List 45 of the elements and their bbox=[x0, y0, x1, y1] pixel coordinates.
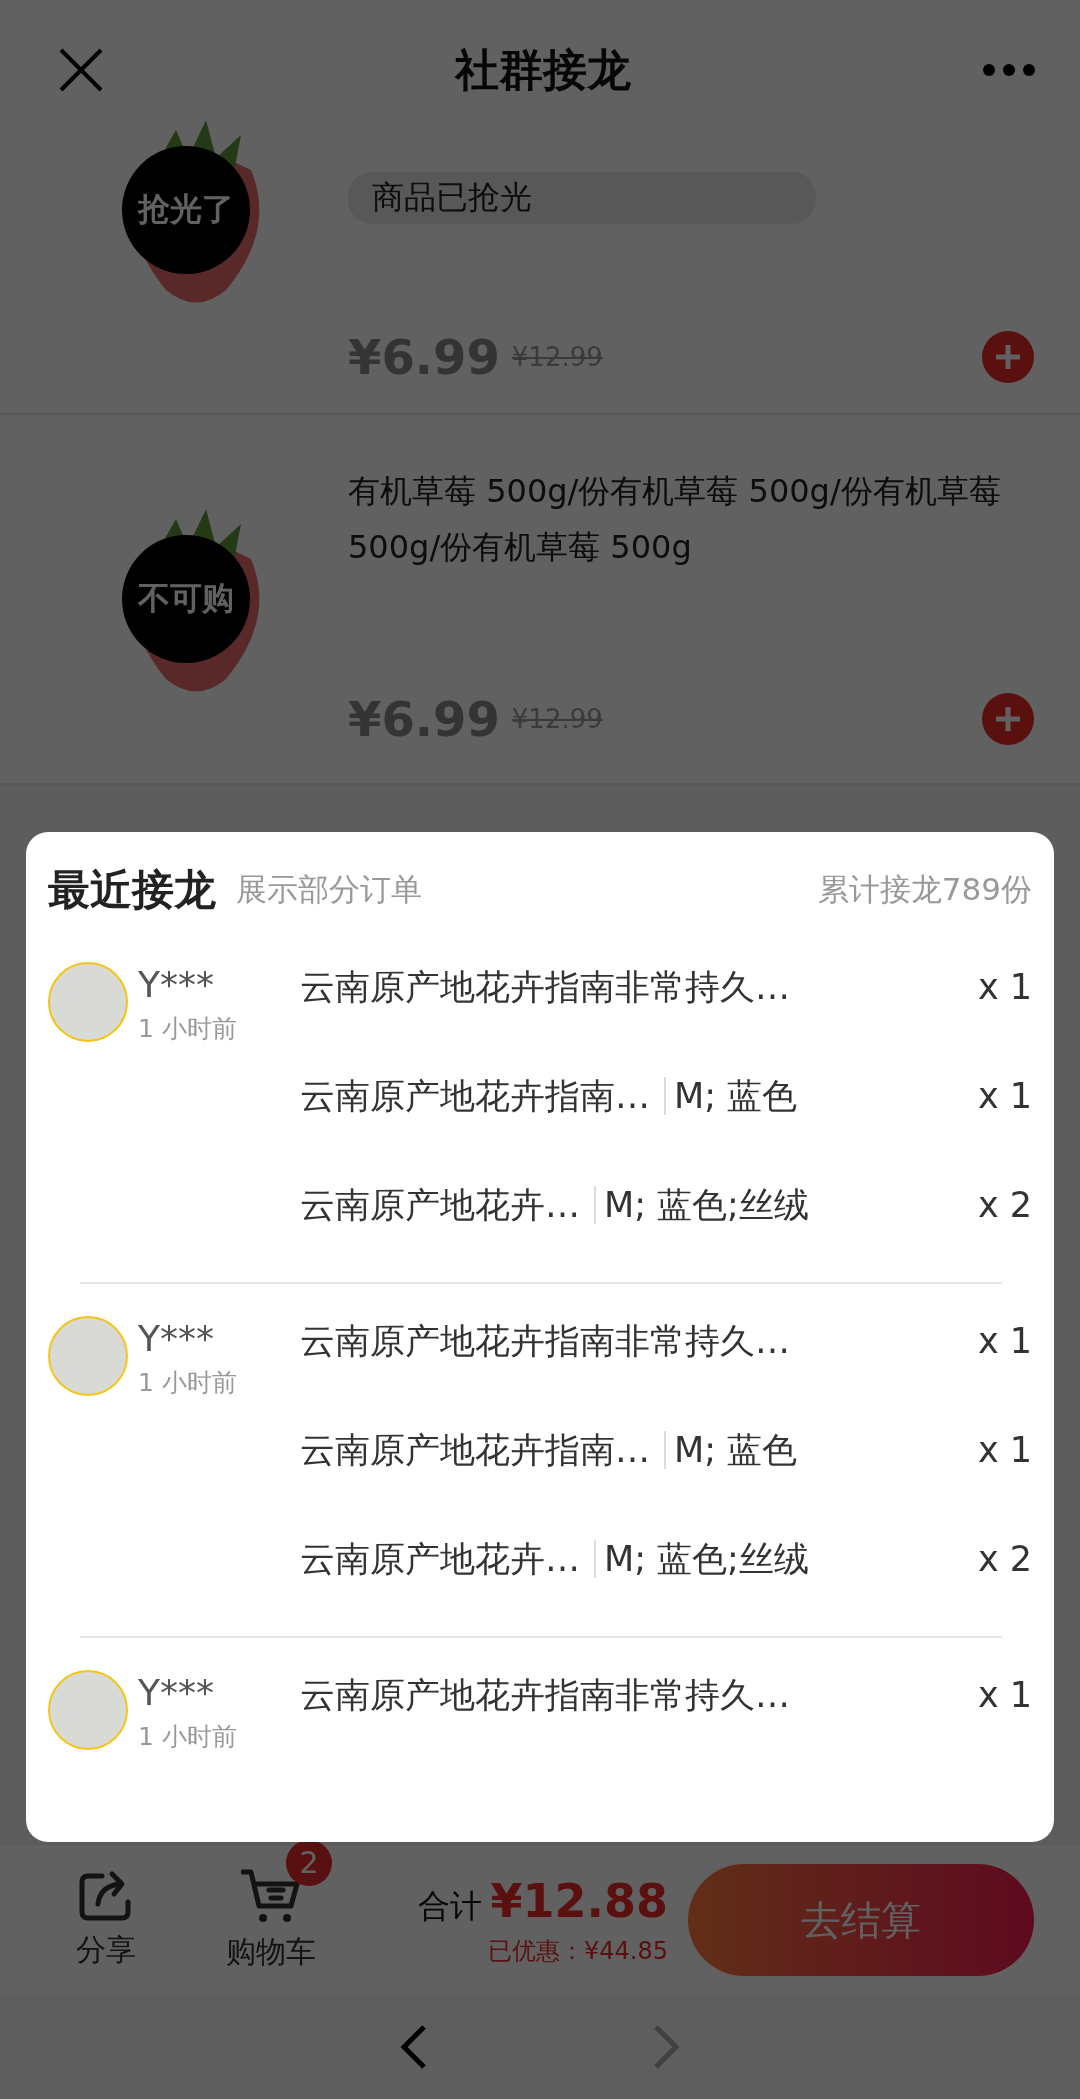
item-quantity: x 2 bbox=[977, 1184, 1032, 1227]
item-title: 云南原产地花卉指南… bbox=[300, 1429, 650, 1472]
user-name: Y*** bbox=[138, 963, 215, 1007]
total-label: 合计 bbox=[418, 1886, 483, 1925]
item-quantity: x 1 bbox=[977, 1674, 1032, 1717]
cart-label[interactable]: 购物车 bbox=[226, 1931, 316, 1973]
add-icon[interactable] bbox=[982, 331, 1034, 383]
close-icon[interactable] bbox=[58, 47, 104, 93]
total-price: ¥12.88 bbox=[490, 1873, 668, 1928]
more-icon[interactable] bbox=[982, 63, 1036, 77]
item-quantity: x 1 bbox=[977, 1075, 1032, 1118]
order-time: 1 小时前 bbox=[138, 1367, 237, 1399]
user-name: Y*** bbox=[138, 1317, 215, 1361]
item-spec: M; 蓝色;丝绒 bbox=[604, 1538, 809, 1581]
order-time: 1 小时前 bbox=[138, 1721, 237, 1753]
item-title: 云南原产地花卉指南… bbox=[300, 1075, 650, 1118]
item-spec: M; 蓝色 bbox=[674, 1075, 798, 1118]
item-quantity: x 1 bbox=[977, 1429, 1032, 1472]
item-quantity: x 1 bbox=[977, 966, 1032, 1009]
item-title: 云南原产地花卉… bbox=[300, 1538, 580, 1581]
item-title: 云南原产地花卉指南非常持久… bbox=[300, 1320, 790, 1363]
item-spec: M; 蓝色 bbox=[674, 1429, 798, 1472]
cart-count-badge: 2 bbox=[286, 1839, 332, 1886]
order-time: 1 小时前 bbox=[138, 1013, 237, 1045]
page-title: 社群接龙 bbox=[453, 42, 632, 97]
status-badge: 不可购 bbox=[122, 535, 250, 663]
discount-text: 已优惠：¥44.85 bbox=[488, 1935, 668, 1967]
item-title: 云南原产地花卉… bbox=[300, 1184, 580, 1227]
sheet-subtitle: 展示部分订单 bbox=[236, 870, 422, 909]
user-name: Y*** bbox=[138, 1671, 215, 1715]
sheet-title: 最近接龙 bbox=[48, 864, 216, 916]
item-title: 云南原产地花卉指南非常持久… bbox=[300, 966, 790, 1009]
share-label[interactable]: 分享 bbox=[76, 1929, 136, 1971]
checkout-button[interactable]: 去结算 bbox=[688, 1864, 1034, 1976]
cart-icon[interactable] bbox=[241, 1867, 301, 1924]
item-quantity: x 1 bbox=[977, 1320, 1032, 1363]
item-quantity: x 2 bbox=[977, 1538, 1032, 1581]
total-count: 累计接龙789份 bbox=[817, 870, 1032, 909]
item-title: 云南原产地花卉指南非常持久… bbox=[300, 1674, 790, 1717]
status-badge: 抢光了 bbox=[122, 146, 250, 274]
item-spec: M; 蓝色;丝绒 bbox=[604, 1184, 809, 1227]
product-title: 有机草莓 500g/份有机草莓 500g/份有机草莓 500g/份有机草莓 500g bbox=[348, 471, 1002, 568]
share-icon[interactable] bbox=[78, 1869, 134, 1922]
sold-out-tag: 商品已抢光 bbox=[348, 172, 816, 224]
add-icon[interactable] bbox=[982, 693, 1034, 745]
